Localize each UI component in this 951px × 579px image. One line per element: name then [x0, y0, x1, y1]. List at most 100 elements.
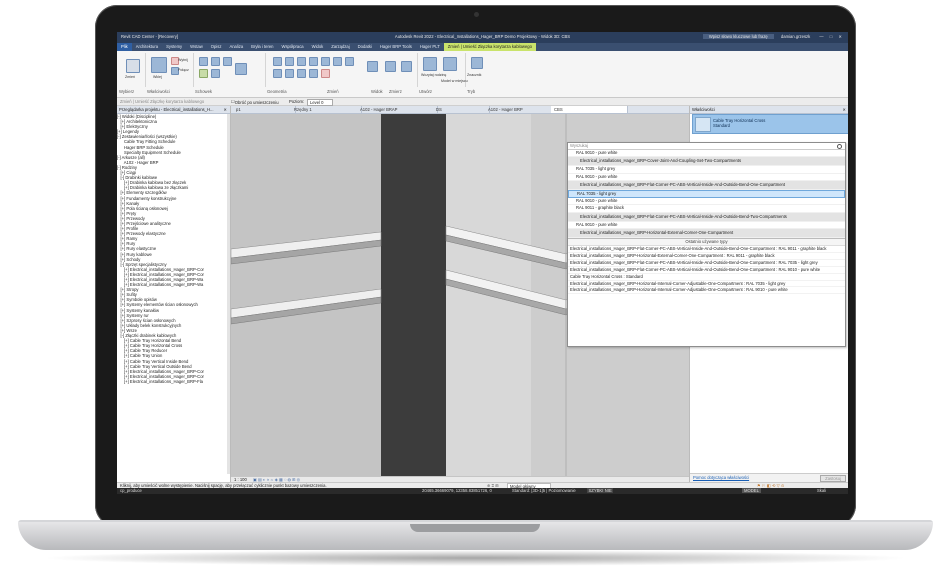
ribbon-tab[interactable]: Dodatki: [354, 43, 376, 51]
model-in-place-icon[interactable]: [443, 57, 457, 71]
paint-icon[interactable]: [199, 69, 208, 78]
type-item[interactable]: RAL 9010 - pure white: [568, 174, 845, 181]
type-item[interactable]: RAL 7035 - light grey: [568, 166, 845, 174]
window-title: Autodesk Revit 2022 - Electrical_Install…: [394, 34, 571, 39]
type-item[interactable]: RAL 9010 - pure white: [568, 222, 845, 230]
command-line[interactable]: cp_produce: [120, 488, 142, 493]
mirror-icon[interactable]: [297, 57, 306, 66]
search-hint[interactable]: Wpisz słowo kluczowe lub frazę: [702, 34, 774, 39]
delete-icon[interactable]: [321, 69, 330, 78]
join-geometry-icon[interactable]: [223, 57, 232, 66]
close-icon[interactable]: ✕: [838, 34, 842, 39]
move-icon[interactable]: [309, 57, 318, 66]
recent-type-item[interactable]: Electrical_installations_Hager_BRP-Horiz…: [568, 253, 845, 260]
ribbon-tab[interactable]: Hager BRP Tools: [376, 43, 416, 51]
tag-icon[interactable]: [471, 57, 483, 69]
trim-icon[interactable]: [345, 57, 354, 66]
recent-type-item[interactable]: Electrical_installations_Hager_BRP-Flat-…: [568, 260, 845, 267]
apply-button[interactable]: Zastosuj: [820, 475, 846, 482]
modify-button[interactable]: Zmień: [125, 75, 135, 79]
offset-icon[interactable]: [285, 57, 294, 66]
view-tab[interactable]: p1: [233, 106, 296, 113]
model-mode[interactable]: MODEL: [742, 488, 761, 493]
recent-types-list: Electrical_installations_Hager_BRP-Flat-…: [568, 246, 845, 295]
ribbon-tab[interactable]: Systemy: [162, 43, 186, 51]
type-search-input[interactable]: Wyszukaj: [568, 143, 845, 150]
scale-icon[interactable]: [297, 69, 306, 78]
minimize-icon[interactable]: —: [819, 34, 823, 39]
ribbon-tab[interactable]: Bryła i teren: [247, 43, 277, 51]
measure-icon[interactable]: [385, 61, 396, 72]
ribbon-tab[interactable]: Plik: [117, 43, 132, 51]
properties-help-link[interactable]: Pomoc dotycząca właściwości: [693, 475, 749, 480]
load-family-icon[interactable]: [423, 57, 437, 71]
ribbon-tab-context[interactable]: Zmień | Umieść Złączka korytarza kablowe…: [443, 43, 536, 51]
cope-icon[interactable]: [199, 57, 208, 66]
view-tab[interactable]: DS: [433, 106, 490, 113]
view-tab[interactable]: CBS: [551, 106, 628, 113]
array-icon[interactable]: [285, 69, 294, 78]
recent-type-item[interactable]: Electrical_installations_Hager_BRP-Flat-…: [568, 267, 845, 274]
recent-type-item[interactable]: Electrical_installations_Hager_BRP-Horiz…: [568, 287, 845, 295]
family-item[interactable]: Electrical_installations_Hager_BRP-Horiz…: [568, 229, 845, 239]
ribbon-group-clipboard: Wklej Wytnij Połącz: [147, 53, 194, 87]
browser-scrollbar[interactable]: [227, 114, 230, 474]
screen: Revit CAD Center - [Recovery] Autodesk R…: [117, 32, 848, 494]
ribbon-tab[interactable]: Opisz: [207, 43, 226, 51]
align-icon[interactable]: [273, 57, 282, 66]
title-right: Wpisz słowo kluczowe lub frazę damian.gr…: [702, 34, 842, 39]
recent-type-item[interactable]: Cable Tray Horizontal Cross : Standard: [568, 274, 845, 281]
close-icon[interactable]: ✕: [842, 106, 846, 113]
demolish-icon[interactable]: [235, 63, 247, 75]
user-name[interactable]: damian.grzeszk: [781, 34, 810, 39]
ribbon-tab[interactable]: Architektura: [132, 43, 162, 51]
standard-label: Standard: [3D-1]5 | Poziomowanie: [512, 488, 576, 493]
cut-button[interactable]: Wytnij: [178, 58, 188, 62]
split-face-icon[interactable]: [211, 69, 220, 78]
type-selector[interactable]: Cable Tray Horizontal Cross Standard: [692, 114, 848, 134]
rotate-checkbox[interactable]: ☐ Obróć po umieszczeniu: [231, 99, 279, 105]
modify-arrow-icon[interactable]: [126, 59, 140, 73]
create-icon[interactable]: [401, 61, 412, 72]
maximize-icon[interactable]: □: [830, 34, 833, 39]
ribbon-tab[interactable]: Zarządzaj: [327, 43, 353, 51]
rotate-icon[interactable]: [333, 57, 342, 66]
model-family-button[interactable]: Model w miejscu: [441, 79, 468, 83]
ribbon-tab[interactable]: Analiza: [225, 43, 247, 51]
type-item[interactable]: RAL 9010 - pure white: [568, 198, 845, 206]
recent-type-item[interactable]: Electrical_installations_Hager_BRP-Flat-…: [568, 246, 845, 253]
family-item[interactable]: Electrical_installations_Hager_BRP-Cover…: [568, 157, 845, 167]
type-item[interactable]: RAL 9011 - graphite black: [568, 205, 845, 213]
ribbon-tabs: Plik Architektura Systemy Wstaw Opisz Analiza…: [117, 43, 848, 51]
view-tab[interactable]: A102 - Hager BRP: [485, 106, 556, 113]
close-icon[interactable]: ✕: [223, 106, 227, 113]
view-tab[interactable]: A102 - Hager BRAP: [357, 106, 438, 113]
copy-icon[interactable]: [321, 57, 330, 66]
level-select[interactable]: Level 0: [307, 99, 333, 106]
paste-button[interactable]: Wklej: [153, 75, 162, 79]
recent-type-item[interactable]: Electrical_installations_Hager_BRP-Horiz…: [568, 281, 845, 288]
family-item[interactable]: Electrical_installations_Hager_BRP-Flat-…: [568, 180, 845, 190]
load-family-button[interactable]: Wczytaj rodzinę: [421, 73, 446, 77]
camera-icon: [474, 12, 479, 17]
pin-icon[interactable]: [309, 69, 318, 78]
tree-item[interactable]: [+] Electrical_installations_Hager_BRP-F…: [117, 379, 227, 384]
project-browser: Przeglądarka projektu - Electrical_insta…: [117, 106, 231, 482]
ribbon-group-geometry: [195, 53, 266, 87]
cut-geometry-icon[interactable]: [211, 57, 220, 66]
split-icon[interactable]: [273, 69, 282, 78]
ribbon-tab[interactable]: Widok: [308, 43, 328, 51]
view-tab[interactable]: Rzędny 1: [291, 106, 362, 113]
scale-mode[interactable]: Skali: [817, 488, 826, 493]
join-button[interactable]: Połącz: [178, 68, 189, 72]
view-icon[interactable]: [367, 61, 378, 72]
ribbon-tab[interactable]: Wstaw: [186, 43, 207, 51]
tag-button[interactable]: Znacznik: [467, 73, 481, 77]
family-item[interactable]: Electrical_installations_Hager_BRP-Flat-…: [568, 212, 845, 222]
ribbon-tab[interactable]: Hager PLT: [416, 43, 444, 51]
laptop-shadow: [40, 550, 911, 566]
type-item[interactable]: RAL 7035 - light grey: [568, 189, 845, 199]
paste-icon[interactable]: [151, 57, 167, 73]
type-item[interactable]: RAL 9010 - pure white: [568, 150, 845, 158]
ribbon-tab[interactable]: Współpraca: [278, 43, 308, 51]
